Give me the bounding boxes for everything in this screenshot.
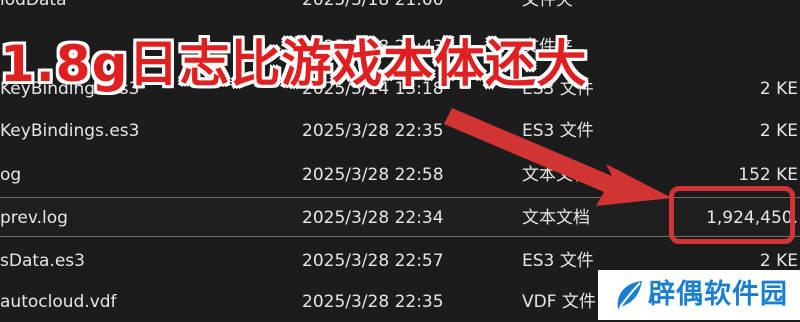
- file-row[interactable]: iodData 2025/3/18 21:00 文件夹: [0, 0, 800, 20]
- file-type: 文件夹: [522, 0, 573, 10]
- file-name: prev.log: [0, 208, 68, 228]
- file-name: sData.es3: [0, 251, 85, 271]
- file-type: VDF 文件: [522, 292, 596, 312]
- file-date: 2025/3/28 22:57: [302, 251, 444, 271]
- file-size: 2 KE: [759, 121, 798, 141]
- watermark-text: 辟偶软件园: [648, 279, 788, 310]
- watermark: 辟偶软件园: [598, 270, 800, 320]
- file-size: 2 KE: [759, 79, 798, 99]
- file-date: 2025/3/28 22:34: [302, 208, 444, 228]
- file-row[interactable]: KeyBindings.es3 2025/3/28 22:35 ES3 文件 2…: [0, 111, 800, 151]
- file-name: og: [0, 165, 22, 185]
- file-row-selected[interactable]: prev.log 2025/3/28 22:34 文本文档 1,924,450.: [0, 197, 800, 237]
- file-date: 2025/3/28 22:58: [302, 165, 444, 185]
- file-name: KeyBindings.es3: [0, 121, 140, 141]
- file-type: 文本文档: [522, 165, 590, 185]
- file-row[interactable]: og 2025/3/28 22:58 文本文档 152 KE: [0, 155, 800, 195]
- file-date: 2025/3/28 22:35: [302, 121, 444, 141]
- leaf-logo-icon: [617, 281, 642, 309]
- file-size: 1,924,450.: [706, 208, 798, 228]
- file-name: autocloud.vdf: [0, 292, 117, 312]
- file-date: 2025/3/18 21:00: [302, 0, 444, 10]
- file-type: ES3 文件: [522, 121, 594, 141]
- file-type: 文本文档: [522, 208, 590, 228]
- file-name: iodData: [0, 0, 67, 10]
- file-type: ES3 文件: [522, 251, 594, 271]
- annotation-headline: 1.8g日志比游戏本体还大: [0, 35, 588, 93]
- file-date: 2025/3/28 22:35: [302, 292, 444, 312]
- file-size: 152 KE: [738, 165, 798, 185]
